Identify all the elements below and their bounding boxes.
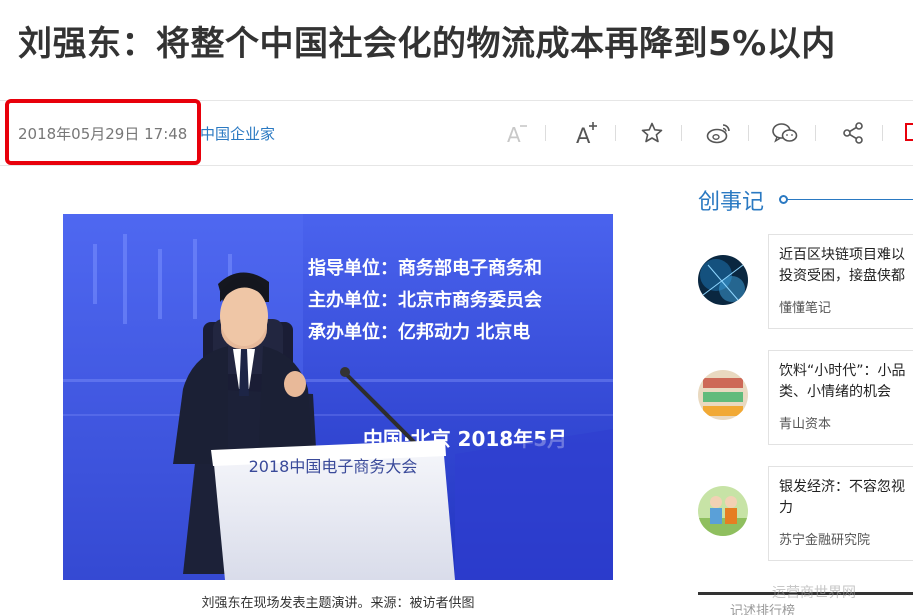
svg-text:A: A	[507, 123, 521, 146]
weibo-icon[interactable]	[702, 116, 736, 150]
card-author: 懂懂笔记	[779, 301, 832, 316]
source-link[interactable]: 中国企业家	[200, 123, 275, 144]
sidebar-heading: 创事记	[698, 190, 765, 215]
watermark-text: 运营商世界网	[772, 585, 856, 601]
heading-divider	[782, 199, 913, 200]
toolbar-separator	[615, 125, 616, 141]
ranking-heading: 记述排行榜	[730, 604, 796, 615]
article-thumbnail[interactable]	[698, 370, 748, 420]
article-meta-bar: 2018年05月29日 17:48 中国企业家 A A	[0, 99, 913, 166]
card-title[interactable]: 近百区块链项目难以 投资受困，接盘侠都	[779, 245, 913, 287]
card-title[interactable]: 银发经济：不容忽视 力	[779, 477, 913, 519]
comment-icon[interactable]	[905, 123, 913, 141]
article-thumbnail[interactable]	[698, 255, 748, 305]
toolbar-separator	[545, 125, 546, 141]
sidebar-card[interactable]: 近百区块链项目难以 投资受困，接盘侠都 懂懂笔记	[768, 234, 913, 329]
star-icon[interactable]	[635, 116, 669, 150]
font-decrease-icon[interactable]: A	[500, 116, 534, 150]
banner-line: 指导单位：商务部电子商务和	[308, 257, 542, 279]
font-increase-icon[interactable]: A	[569, 116, 603, 150]
card-author: 青山资本	[779, 417, 832, 432]
date-highlight-box	[5, 99, 201, 165]
banner-line: 承办单位：亿邦动力 北京电	[308, 321, 530, 343]
toolbar-separator	[748, 125, 749, 141]
sidebar-card[interactable]: 银发经济：不容忽视 力 苏宁金融研究院	[768, 466, 913, 561]
card-author: 苏宁金融研究院	[779, 533, 871, 548]
toolbar-separator	[815, 125, 816, 141]
sidebar-card[interactable]: 饮料“小时代”：小品 类、小情绪的机会 青山资本	[768, 350, 913, 445]
card-title[interactable]: 饮料“小时代”：小品 类、小情绪的机会	[779, 361, 913, 403]
heading-dot-icon	[779, 195, 788, 204]
podium-label: 2018中国电子商务大会	[249, 457, 418, 476]
article-thumbnail[interactable]	[698, 486, 748, 536]
wechat-icon[interactable]	[768, 116, 802, 150]
article-photo: 指导单位：商务部电子商务和 主办单位：北京市商务委员会 承办单位：亿邦动力 北京…	[63, 214, 613, 580]
banner-line: 主办单位：北京市商务委员会	[308, 289, 542, 311]
toolbar-separator	[681, 125, 682, 141]
photo-caption: 刘强东在现场发表主题演讲。来源：被访者供图	[201, 596, 475, 611]
article-title: 刘强东：将整个中国社会化的物流成本再降到5%以内	[18, 24, 836, 64]
share-icon[interactable]	[836, 116, 870, 150]
svg-text:A: A	[576, 124, 591, 146]
toolbar-separator	[882, 125, 883, 141]
